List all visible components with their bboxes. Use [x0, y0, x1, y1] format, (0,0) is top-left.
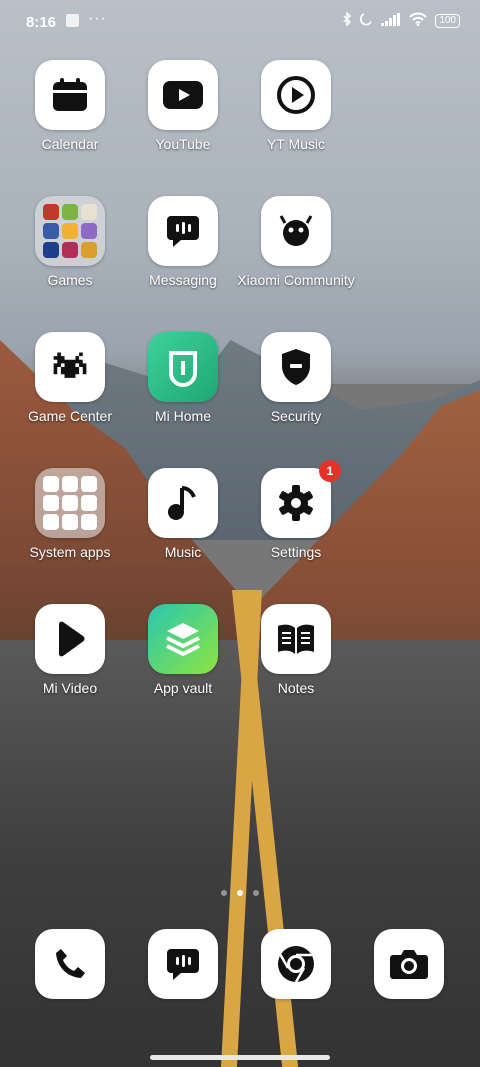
dock-camera[interactable] — [349, 929, 469, 999]
calendar-icon — [35, 60, 105, 130]
play-circle-icon — [261, 60, 331, 130]
dock-phone[interactable] — [10, 929, 130, 999]
youtube-icon — [148, 60, 218, 130]
dock-messages[interactable] — [123, 929, 243, 999]
app-label: Game Center — [27, 408, 113, 424]
app-music[interactable]: Music — [123, 468, 243, 561]
battery-icon: 100 — [435, 14, 460, 28]
app-label: Mi Video — [42, 680, 98, 696]
folder-icon — [35, 468, 105, 538]
app-label: Messaging — [149, 272, 217, 288]
app-youtube[interactable]: YouTube — [123, 60, 243, 153]
music-note-icon — [148, 468, 218, 538]
app-label: Calendar — [41, 136, 99, 152]
wifi-icon — [409, 12, 428, 30]
app-label: Security — [270, 408, 322, 424]
stack-icon — [148, 604, 218, 674]
app-app-vault[interactable]: App vault — [123, 604, 243, 697]
camera-icon — [374, 929, 444, 999]
signal-icon — [381, 12, 401, 30]
app-label: Games — [47, 272, 93, 288]
app-system-apps-folder[interactable]: System apps — [10, 468, 130, 561]
shield-icon — [261, 332, 331, 402]
moon-icon — [360, 12, 373, 30]
app-security[interactable]: Security — [236, 332, 356, 425]
app-label: Xiaomi Community — [237, 272, 355, 288]
home-indicator[interactable] — [150, 1055, 330, 1060]
mi-home-icon — [148, 332, 218, 402]
dock-chrome[interactable] — [236, 929, 356, 999]
app-xiaomi-community[interactable]: Xiaomi Community — [236, 196, 356, 289]
notification-badge: 1 — [319, 460, 341, 482]
app-label: Settings — [270, 544, 322, 560]
app-label: Notes — [277, 680, 315, 696]
app-calendar[interactable]: Calendar — [10, 60, 130, 153]
space-invader-icon — [35, 332, 105, 402]
chat-bubble-icon — [148, 196, 218, 266]
chat-bubble-icon — [148, 929, 218, 999]
app-label: Music — [164, 544, 202, 560]
bluetooth-icon — [342, 11, 352, 30]
xiaomi-community-icon — [261, 196, 331, 266]
chrome-icon — [261, 929, 331, 999]
play-icon — [35, 604, 105, 674]
app-label: App vault — [153, 680, 213, 696]
page-dot[interactable] — [221, 890, 227, 896]
app-settings[interactable]: 1 Settings — [236, 460, 356, 561]
app-notes[interactable]: Notes — [236, 604, 356, 697]
app-label: YT Music — [266, 136, 326, 152]
page-indicator — [0, 890, 480, 896]
gear-icon: 1 — [261, 460, 341, 538]
app-label: YouTube — [155, 136, 211, 152]
folder-icon — [35, 196, 105, 266]
more-notifications-icon: ··· — [88, 10, 107, 27]
page-dot-active[interactable] — [237, 890, 243, 896]
status-time: 8:16 — [26, 14, 57, 31]
app-game-center[interactable]: Game Center — [10, 332, 130, 425]
page-dot[interactable] — [253, 890, 259, 896]
status-icons: 100 — [342, 11, 460, 30]
app-label: Mi Home — [154, 408, 211, 424]
app-messaging[interactable]: Messaging — [123, 196, 243, 289]
app-mi-home[interactable]: Mi Home — [123, 332, 243, 425]
book-icon — [261, 604, 331, 674]
phone-icon — [35, 929, 105, 999]
app-mi-video[interactable]: Mi Video — [10, 604, 130, 697]
app-yt-music[interactable]: YT Music — [236, 60, 356, 153]
status-bar: 8:16 ··· 100 — [0, 0, 480, 44]
notification-icon — [66, 14, 79, 27]
app-label: System apps — [29, 544, 111, 560]
app-games-folder[interactable]: Games — [10, 196, 130, 289]
